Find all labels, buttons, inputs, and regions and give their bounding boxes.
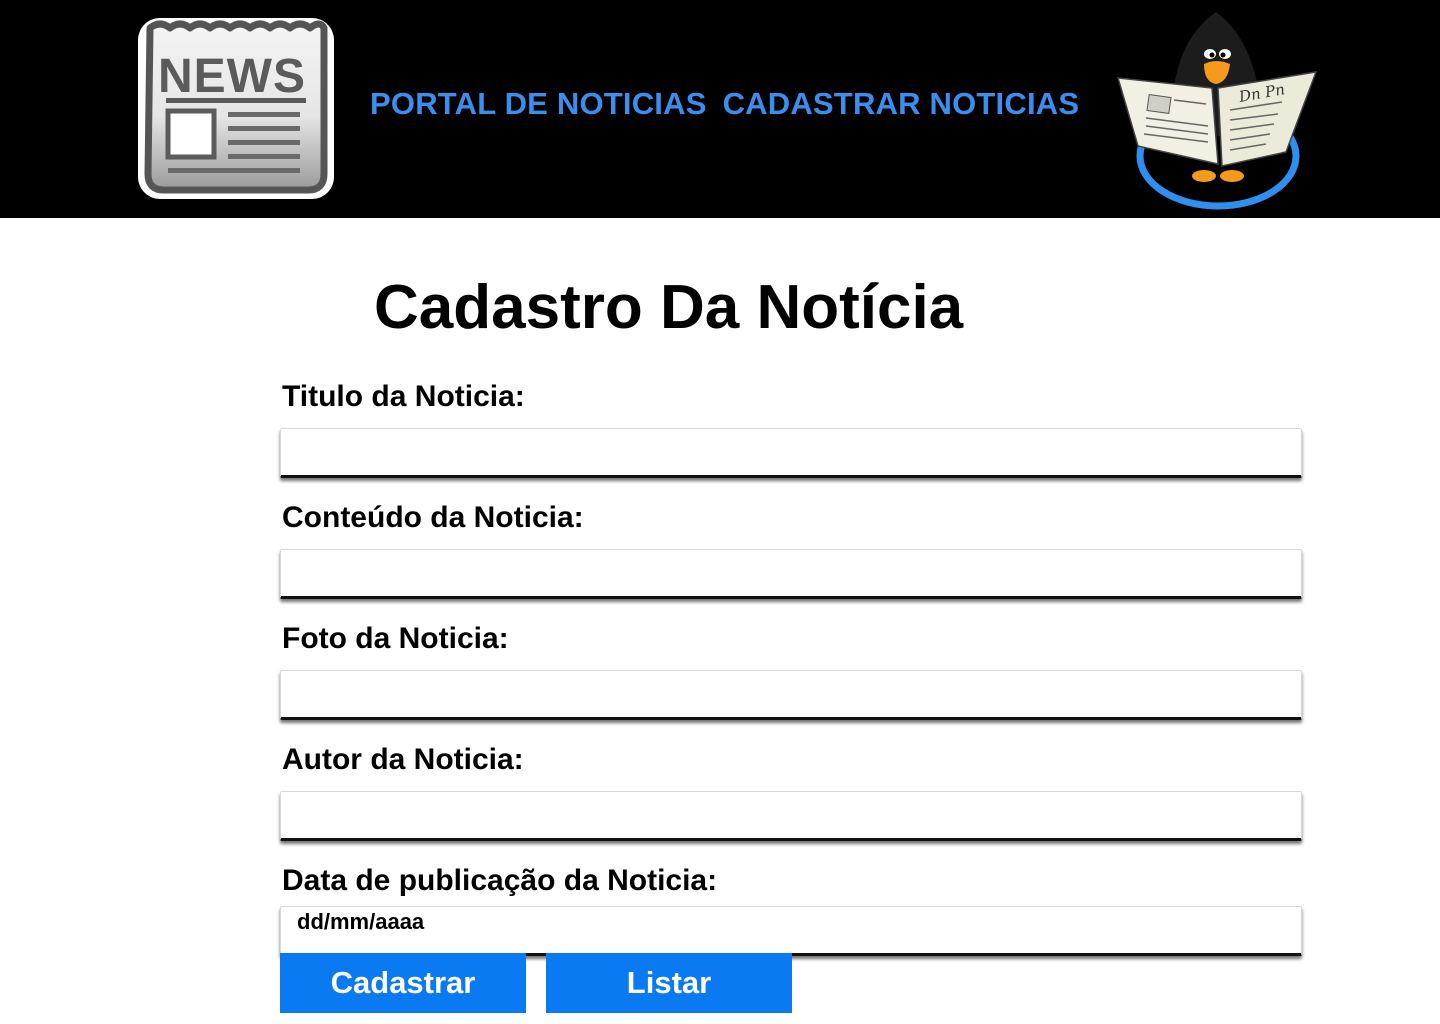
publication-date-wrapper: dd/mm/aaaa	[280, 906, 1304, 956]
publication-date-input[interactable]	[280, 906, 1302, 956]
title-label: Titulo da Noticia:	[282, 380, 525, 413]
svg-text:NEWS: NEWS	[158, 50, 306, 103]
main-nav: PORTAL DE NOTICIAS CADASTRAR NOTICIAS	[370, 86, 1079, 122]
content-label: Conteúdo da Noticia:	[282, 501, 584, 534]
title-input[interactable]	[280, 428, 1302, 478]
nav-link-portal-de-noticias[interactable]: PORTAL DE NOTICIAS	[370, 86, 707, 122]
listar-button[interactable]: Listar	[546, 953, 792, 1013]
photo-input[interactable]	[280, 670, 1302, 720]
site-header: NEWS PORTAL DE NOTICIAS CADASTRAR NOTICI…	[0, 0, 1440, 218]
penguin-reading-newspaper-icon: Dn Pn	[1116, 12, 1318, 210]
news-registration-form: Titulo da Noticia: Conteúdo da Noticia: …	[280, 378, 1304, 977]
form-actions: Cadastrar Listar	[280, 953, 792, 1013]
photo-label: Foto da Noticia:	[282, 622, 509, 655]
news-paper-icon[interactable]: NEWS	[136, 16, 336, 201]
content-input[interactable]	[280, 549, 1302, 599]
publication-date-label: Data de publicação da Noticia:	[282, 864, 718, 897]
author-label: Autor da Noticia:	[282, 743, 524, 776]
cadastrar-button[interactable]: Cadastrar	[280, 953, 526, 1013]
page-title: Cadastro Da Notícia	[374, 273, 964, 342]
nav-link-cadastrar-noticias[interactable]: CADASTRAR NOTICIAS	[723, 86, 1080, 122]
author-input[interactable]	[280, 791, 1302, 841]
publication-date-placeholder: dd/mm/aaaa	[297, 909, 425, 934]
